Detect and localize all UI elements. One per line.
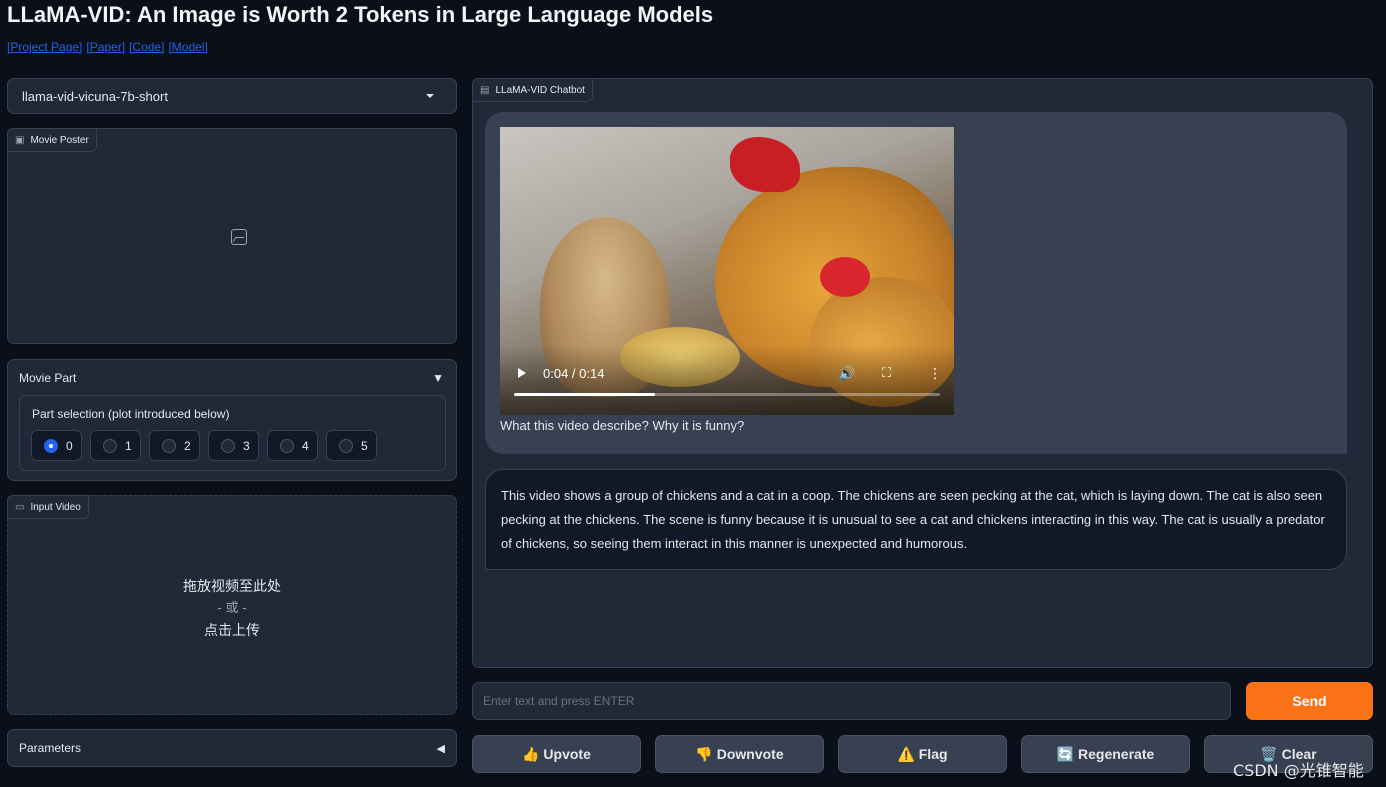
send-button[interactable]: Send	[1246, 682, 1373, 720]
part-radio-3[interactable]: 3	[208, 430, 259, 461]
radio-checked-icon	[44, 438, 58, 453]
input-video-dropzone[interactable]: ▭ Input Video 拖放视频至此处 - 或 - 点击上传	[7, 495, 457, 715]
video-progress-bar[interactable]	[514, 393, 940, 396]
radio-unchecked-icon	[339, 438, 353, 453]
model-dropdown[interactable]: llama-vid-vicuna-7b-short	[7, 78, 457, 114]
volume-icon[interactable]: 🔊	[838, 365, 855, 382]
video-frame-comb	[730, 137, 800, 192]
or-text: - 或 -	[217, 600, 247, 615]
parameters-title: Parameters	[19, 741, 82, 755]
drop-text: 拖放视频至此处	[183, 578, 281, 594]
movie-part-title: Movie Part	[19, 371, 77, 385]
project-page-link[interactable]: [Project Page]	[7, 40, 82, 54]
chat-bubble-icon: ▤	[480, 84, 490, 96]
model-link[interactable]: [Model]	[168, 40, 207, 54]
upvote-button[interactable]: 👍 Upvote	[472, 735, 641, 773]
part-radio-0[interactable]: 0	[31, 430, 82, 461]
radio-label: 0	[66, 438, 73, 453]
chatbot-panel: ▤ LLaMA-VID Chatbot 0:04 / 0:14 🔊 ⛶ ⋮ Wh…	[472, 78, 1373, 668]
radio-unchecked-icon	[162, 438, 176, 453]
header-links: [Project Page] [Paper] [Code] [Model]	[7, 40, 212, 54]
page-title: LLaMA-VID: An Image is Worth 2 Tokens in…	[7, 2, 714, 27]
video-player[interactable]: 0:04 / 0:14 🔊 ⛶ ⋮	[500, 127, 954, 415]
bot-message-text: This video shows a group of chickens and…	[501, 488, 1325, 551]
bot-message: This video shows a group of chickens and…	[485, 469, 1347, 570]
movie-part-section: Movie Part ▼ Part selection (plot introd…	[7, 359, 457, 481]
video-progress-fill	[514, 393, 655, 396]
chevron-down-icon	[426, 94, 434, 98]
part-radio-4[interactable]: 4	[267, 430, 318, 461]
watermark-text: CSDN @光锥智能	[1233, 761, 1364, 780]
radio-unchecked-icon	[103, 438, 117, 453]
user-message-text: What this video describe? Why it is funn…	[500, 418, 745, 433]
click-upload-text: 点击上传	[204, 622, 260, 638]
part-radio-group: 0 1 2 3 4 5	[31, 430, 377, 461]
movie-poster-label: ▣ Movie Poster	[7, 128, 97, 152]
radio-unchecked-icon	[221, 438, 235, 453]
radio-label: 4	[302, 438, 309, 453]
part-radio-2[interactable]: 2	[149, 430, 200, 461]
user-message: 0:04 / 0:14 🔊 ⛶ ⋮ What this video descri…	[485, 112, 1347, 454]
collapse-triangle-icon: ▼	[432, 371, 444, 385]
part-radio-5[interactable]: 5	[326, 430, 377, 461]
more-options-icon[interactable]: ⋮	[928, 365, 942, 382]
video-controls: 0:04 / 0:14 🔊 ⛶ ⋮	[500, 361, 954, 385]
chatbot-label-text: LLaMA-VID Chatbot	[495, 84, 585, 96]
play-icon[interactable]	[518, 368, 526, 378]
video-time: 0:04 / 0:14	[543, 365, 605, 381]
radio-label: 5	[361, 438, 368, 453]
movie-part-header[interactable]: Movie Part ▼	[19, 371, 444, 385]
flag-button[interactable]: ⚠️ Flag	[838, 735, 1007, 773]
fullscreen-icon[interactable]: ⛶	[882, 365, 891, 381]
input-video-label: ▭ Input Video	[7, 495, 89, 519]
video-camera-icon: ▭	[15, 501, 25, 513]
paper-link[interactable]: [Paper]	[86, 40, 125, 54]
video-frame-hen-comb	[820, 257, 870, 297]
parameters-accordion[interactable]: Parameters ◀	[7, 729, 457, 767]
downvote-button[interactable]: 👎 Downvote	[655, 735, 824, 773]
part-radio-1[interactable]: 1	[90, 430, 141, 461]
chat-text-input[interactable]	[472, 682, 1231, 720]
radio-label: 1	[125, 438, 132, 453]
radio-label: 2	[184, 438, 191, 453]
model-dropdown-value: llama-vid-vicuna-7b-short	[22, 88, 168, 104]
input-video-label-text: Input Video	[30, 501, 81, 513]
movie-poster-label-text: Movie Poster	[30, 134, 89, 146]
image-placeholder-icon	[231, 229, 247, 245]
expand-triangle-icon: ◀	[436, 742, 445, 755]
part-selection-label: Part selection (plot introduced below)	[32, 407, 230, 421]
movie-poster-upload[interactable]: ▣ Movie Poster	[7, 128, 457, 344]
regenerate-button[interactable]: 🔄 Regenerate	[1021, 735, 1190, 773]
radio-label: 3	[243, 438, 250, 453]
image-icon: ▣	[15, 134, 25, 146]
part-selection-group: Part selection (plot introduced below) 0…	[19, 395, 446, 471]
chatbot-label: ▤ LLaMA-VID Chatbot	[472, 78, 593, 102]
radio-unchecked-icon	[280, 438, 294, 453]
code-link[interactable]: [Code]	[129, 40, 164, 54]
drop-instructions: 拖放视频至此处 - 或 - 点击上传	[8, 575, 456, 641]
